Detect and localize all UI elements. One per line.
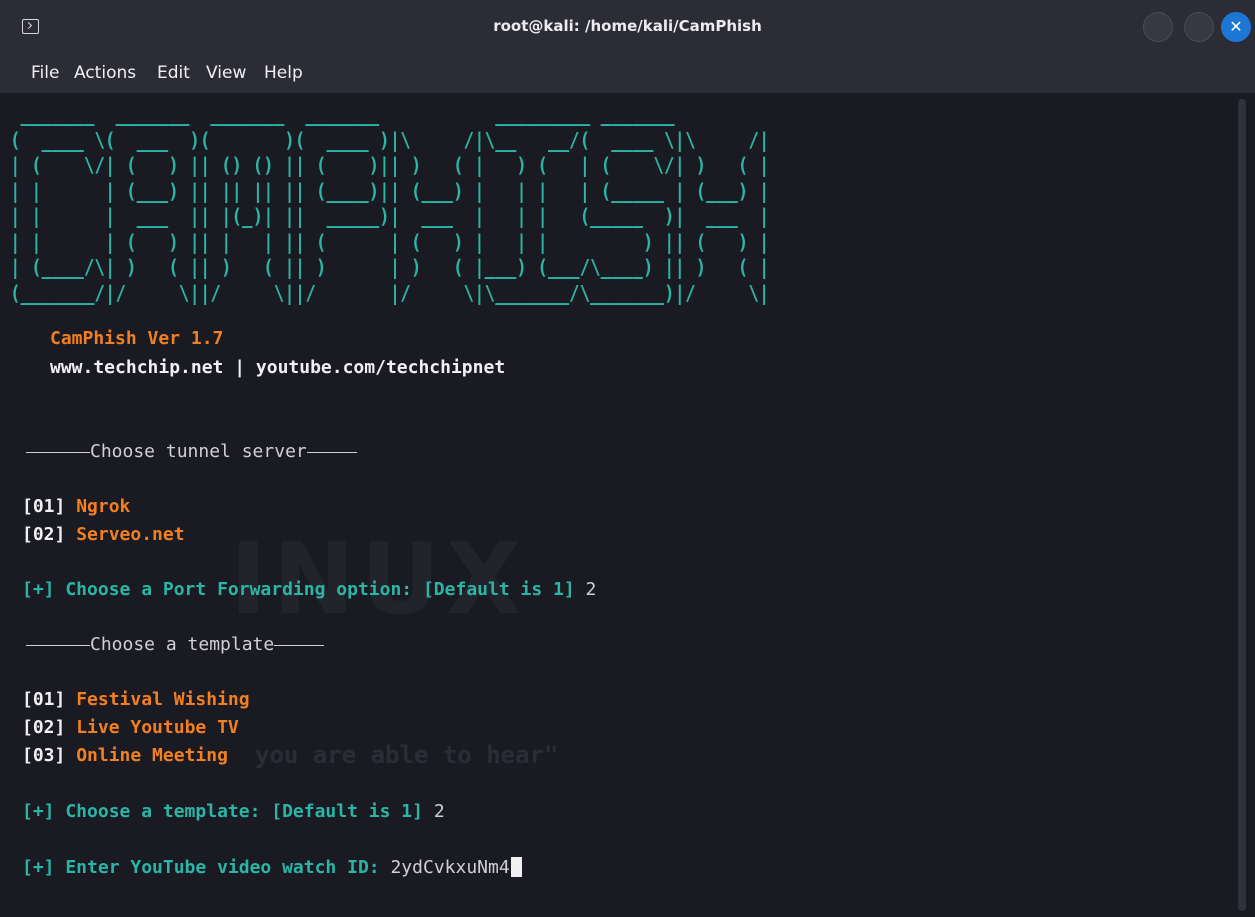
prompt-answer: 2 xyxy=(585,579,597,600)
separator xyxy=(274,644,325,646)
separator xyxy=(306,451,357,453)
separator xyxy=(26,644,90,646)
menu-actions[interactable]: Actions xyxy=(74,63,136,83)
option-number: [03] xyxy=(22,745,66,766)
wallpaper-quote: you are able to hear" xyxy=(255,741,559,769)
scrollbar[interactable] xyxy=(1238,99,1246,911)
minimize-button[interactable] xyxy=(1143,12,1173,42)
menu-edit[interactable]: Edit xyxy=(157,63,190,83)
option-label: Online Meeting xyxy=(76,745,228,766)
option-number: [01] xyxy=(22,689,66,710)
tunnel-option-2: [02] Serveo.net xyxy=(22,524,185,546)
menu-file[interactable]: File xyxy=(31,63,59,83)
template-heading: Choose a template xyxy=(26,634,325,656)
template-option-1: [01] Festival Wishing xyxy=(22,689,250,711)
menu-bar: File Actions Edit View Help xyxy=(0,56,1255,93)
option-number: [01] xyxy=(22,496,66,517)
option-label: Festival Wishing xyxy=(76,689,250,710)
prompt-text: [+] Choose a Port Forwarding option: [De… xyxy=(22,579,575,600)
menu-help[interactable]: Help xyxy=(264,63,303,83)
prompt-text: [+] Choose a template: [Default is 1] xyxy=(22,801,423,822)
version-text: CamPhish Ver 1.7 xyxy=(50,328,224,349)
camphish-ascii-logo: _______ _______ _______ _______ ________… xyxy=(10,102,770,305)
port-forwarding-prompt: [+] Choose a Port Forwarding option: [De… xyxy=(22,579,596,601)
option-number: [02] xyxy=(22,524,66,545)
prompt-answer: 2 xyxy=(433,801,445,822)
tunnel-heading: Choose tunnel server xyxy=(26,441,357,463)
maximize-button[interactable] xyxy=(1184,12,1214,42)
menu-view[interactable]: View xyxy=(206,63,246,83)
title-bar[interactable]: root@kali: /home/kali/CamPhish ✕ xyxy=(0,0,1255,57)
tunnel-heading-text: Choose tunnel server xyxy=(90,441,307,462)
template-prompt: [+] Choose a template: [Default is 1] 2 xyxy=(22,801,445,823)
tunnel-option-1: [01] Ngrok xyxy=(22,496,130,518)
option-label: Serveo.net xyxy=(76,524,185,545)
terminal-output[interactable]: INUX you are able to hear" _______ _____… xyxy=(0,93,1255,917)
terminal-window: root@kali: /home/kali/CamPhish ✕ File Ac… xyxy=(0,0,1255,917)
close-icon: ✕ xyxy=(1229,17,1243,36)
text-cursor xyxy=(510,857,522,877)
youtube-id-input[interactable]: 2ydCvkxuNm4 xyxy=(390,857,509,878)
option-label: Live Youtube TV xyxy=(76,717,239,738)
window-title: root@kali: /home/kali/CamPhish xyxy=(493,17,762,35)
template-heading-text: Choose a template xyxy=(90,634,275,655)
close-button[interactable]: ✕ xyxy=(1221,12,1251,42)
option-number: [02] xyxy=(22,717,66,738)
youtube-id-prompt[interactable]: [+] Enter YouTube video watch ID: 2ydCvk… xyxy=(22,857,522,879)
prompt-text: [+] Enter YouTube video watch ID: xyxy=(22,857,380,878)
template-option-3: [03] Online Meeting xyxy=(22,745,228,767)
option-label: Ngrok xyxy=(76,496,131,517)
template-option-2: [02] Live Youtube TV xyxy=(22,717,239,739)
links-text: www.techchip.net | youtube.com/techchipn… xyxy=(50,357,506,378)
separator xyxy=(26,451,90,453)
